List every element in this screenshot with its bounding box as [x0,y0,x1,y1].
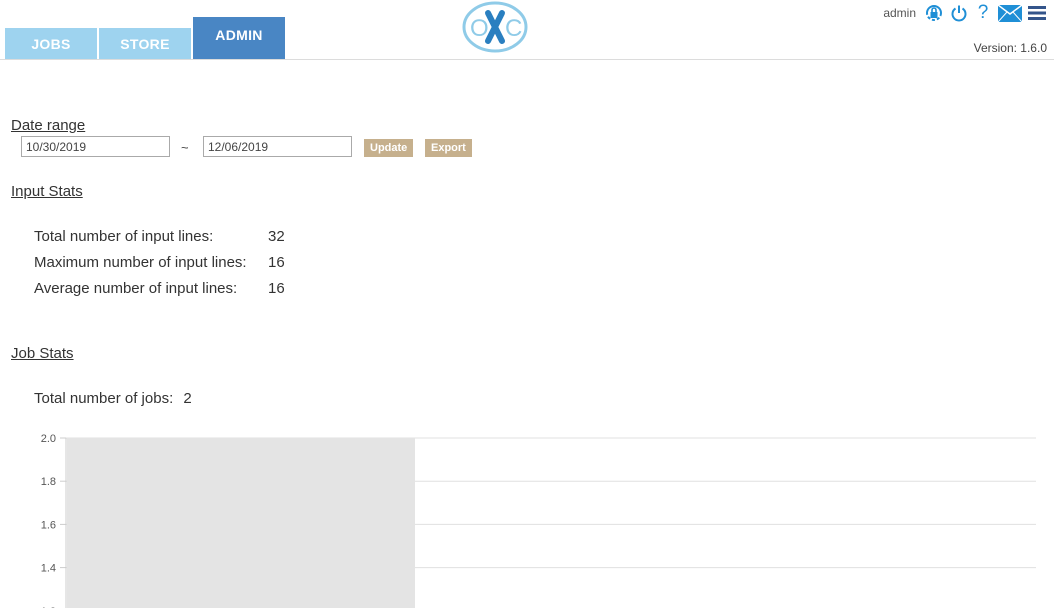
username-label: admin [883,6,916,20]
tab-jobs[interactable]: JOBS [5,28,97,59]
input-stats-title: Input Stats [11,183,83,200]
stat-label: Average number of input lines: [34,280,238,297]
stat-label: Total number of input lines: [34,228,214,245]
stat-row-avg-input-lines: Average number of input lines: 16 [34,280,285,297]
y-tick-label: 2.0 [41,433,56,445]
tab-store[interactable]: STORE [99,28,191,59]
lock-icon[interactable] [924,4,944,22]
y-tick-label: 1.4 [41,563,56,575]
menu-icon[interactable] [1028,5,1046,21]
bar-jobs[interactable] [67,438,415,608]
help-icon[interactable]: ? [974,2,992,24]
power-icon[interactable] [950,4,968,22]
app-header: JOBS STORE ADMIN O C admin ? Version: 1.… [0,0,1054,60]
stat-value: 2 [183,390,192,407]
y-tick-label: 1.6 [41,519,56,531]
tab-admin[interactable]: ADMIN [193,17,285,59]
y-tick-label: 1.8 [41,476,56,488]
export-button[interactable]: Export [425,139,472,157]
update-button[interactable]: Update [364,139,414,157]
help-glyph: ? [977,2,989,23]
end-date-input[interactable] [203,136,352,157]
version-label: Version: 1.6.0 [973,41,1047,55]
stat-label: Maximum number of input lines: [34,254,247,271]
mail-icon[interactable] [998,4,1022,22]
svg-text:C: C [505,15,522,42]
date-separator: ~ [181,140,189,155]
stat-row-max-input-lines: Maximum number of input lines: 16 [34,254,285,271]
stat-row-total-input-lines: Total number of input lines: 32 [34,228,285,245]
user-bar: admin ? [883,2,1046,24]
stat-value: 16 [268,254,285,271]
stat-value: 32 [268,228,285,245]
stat-value: 16 [268,280,285,297]
date-range-title: Date range [11,117,86,134]
svg-text:O: O [470,15,489,42]
stat-label: Total number of jobs: [34,390,174,407]
job-stats-title: Job Stats [11,345,74,362]
stat-row-total-jobs: Total number of jobs: 2 [34,390,192,407]
start-date-input[interactable] [21,136,170,157]
jobs-bar-chart: 2.01.81.61.41.2 [41,433,1036,608]
oxc-logo: O C [462,1,528,53]
